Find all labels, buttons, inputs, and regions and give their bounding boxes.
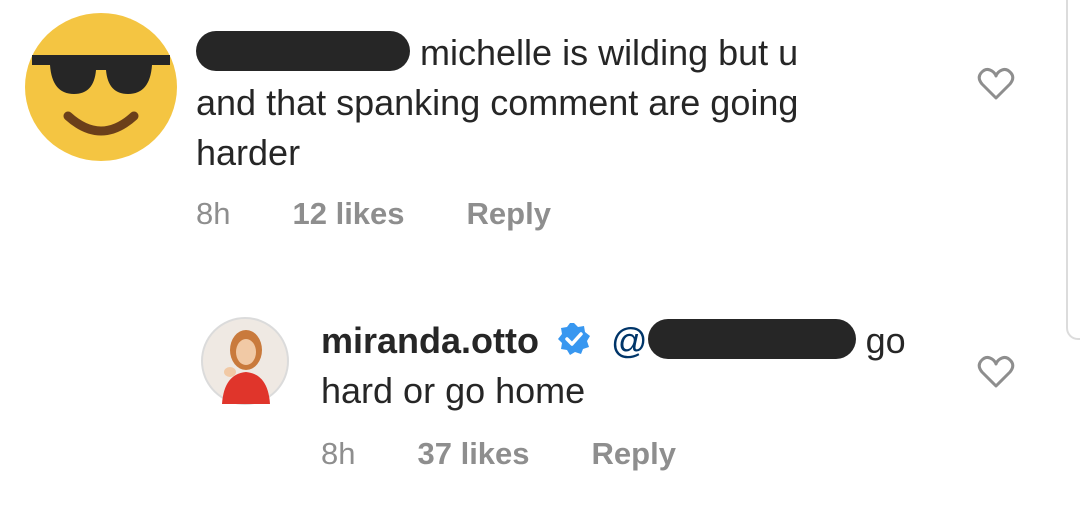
reply-meta: 8h 37 likes Reply: [321, 436, 676, 472]
sunglasses-emoji-icon[interactable]: [24, 12, 178, 162]
reply-time: 8h: [321, 436, 356, 471]
scroll-edge: [1066, 0, 1080, 340]
likes-count[interactable]: 37 likes: [417, 436, 529, 472]
redacted-mention: [647, 319, 856, 360]
reply-text: miranda.otto @ go hard or go home: [321, 316, 906, 416]
redacted-username: [196, 31, 410, 72]
comment-text-line2: and that spanking comment are going: [196, 82, 799, 123]
comment-text-line1: michelle is wilding but u: [420, 32, 799, 73]
comment-time: 8h: [196, 196, 231, 231]
profile-avatar[interactable]: [200, 316, 290, 406]
mention-prefix[interactable]: @: [611, 320, 648, 361]
comment-text: michelle is wilding but u and that spank…: [196, 28, 798, 178]
reply-button[interactable]: Reply: [592, 436, 676, 472]
reply-text-line2: hard or go home: [321, 370, 586, 411]
heart-icon[interactable]: [976, 64, 1016, 104]
reply-text-after-mention: go: [865, 320, 906, 361]
heart-icon[interactable]: [976, 352, 1016, 392]
username-link[interactable]: miranda.otto: [321, 320, 539, 361]
reply-button[interactable]: Reply: [467, 196, 551, 232]
verified-badge-icon: [558, 323, 591, 356]
comment-meta: 8h 12 likes Reply: [196, 196, 551, 232]
comment-text-line3: harder: [196, 132, 301, 173]
likes-count[interactable]: 12 likes: [292, 196, 404, 232]
